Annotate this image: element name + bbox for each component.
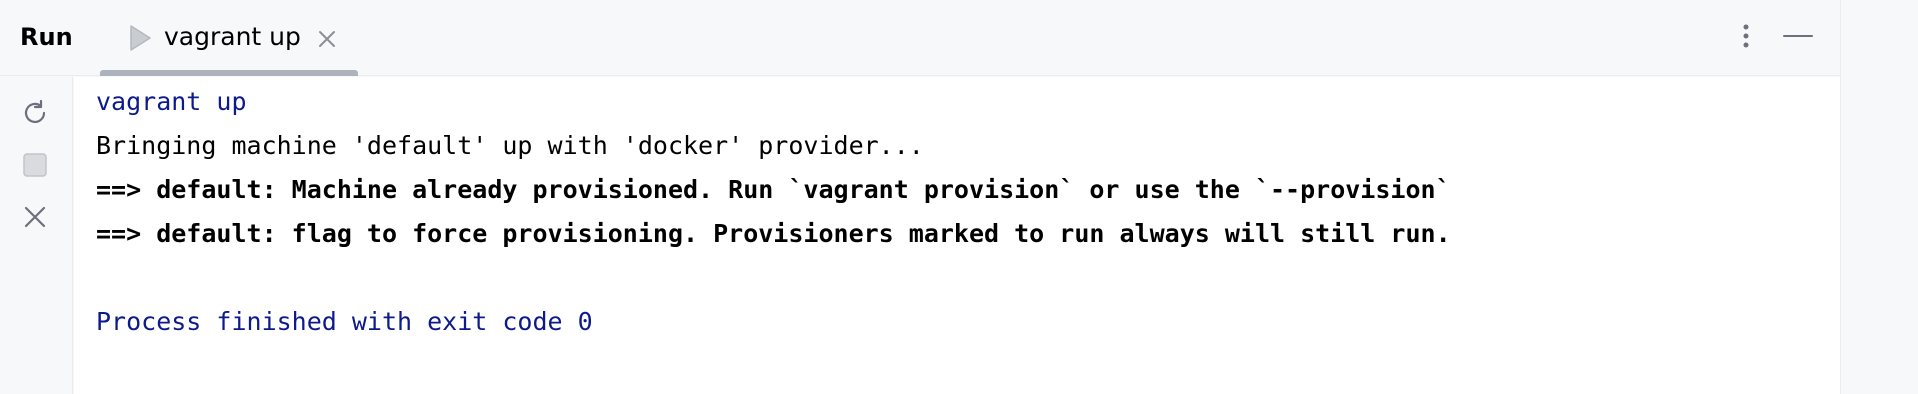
console-output-line: ==> default: Machine already provisioned… — [96, 175, 1451, 204]
console-output-line: ==> default: flag to force provisioning.… — [96, 219, 1451, 248]
tab-vagrant-up[interactable]: vagrant up — [100, 0, 358, 76]
tool-window-title: Run — [20, 23, 73, 51]
run-tool-window: Run vagrant up vagrant up Bringing machi… — [0, 0, 1918, 394]
close-icon[interactable] — [316, 28, 338, 50]
right-tool-strip — [1840, 0, 1918, 394]
play-icon — [128, 24, 152, 52]
tool-window-header: Run vagrant up — [0, 0, 1840, 76]
rerun-icon[interactable] — [18, 96, 52, 130]
more-vertical-icon[interactable] — [1734, 18, 1758, 54]
console-output[interactable]: vagrant up Bringing machine 'default' up… — [74, 77, 1840, 394]
console-output-line: Bringing machine 'default' up with 'dock… — [96, 131, 924, 160]
console-toolbar — [0, 77, 73, 394]
stop-icon[interactable] — [18, 148, 52, 182]
tab-selected-indicator — [100, 70, 358, 76]
tab-label: vagrant up — [164, 22, 301, 51]
close-icon[interactable] — [18, 200, 52, 234]
console-command-line: vagrant up — [96, 87, 247, 116]
minimize-icon[interactable] — [1780, 18, 1816, 54]
console-exit-status: Process finished with exit code 0 — [96, 307, 593, 336]
